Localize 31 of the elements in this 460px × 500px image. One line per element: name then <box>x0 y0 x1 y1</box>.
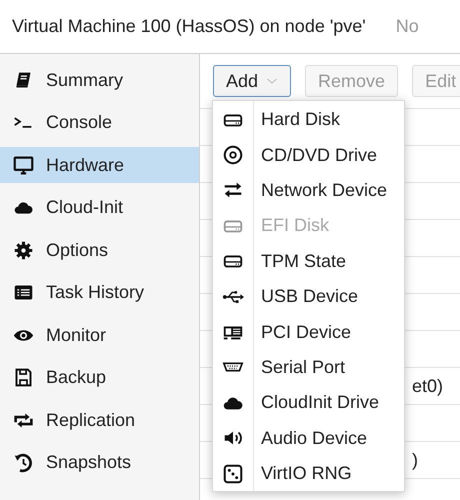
history-icon <box>13 452 34 474</box>
table-cell-text: ) <box>412 448 418 472</box>
menu-item[interactable]: VirtIO RNG <box>213 456 404 492</box>
menu-item[interactable]: CD/DVD Drive <box>213 137 404 173</box>
menu-item[interactable]: CloudInit Drive <box>213 385 404 421</box>
sidebar-item[interactable]: Replication <box>0 402 199 438</box>
sidebar-item[interactable]: Monitor <box>0 317 199 354</box>
sidebar-item[interactable]: Snapshots <box>0 444 199 481</box>
monitor-icon <box>13 154 34 176</box>
dice-icon <box>222 462 244 485</box>
sidebar-item[interactable]: Backup <box>0 360 199 396</box>
sidebar-item[interactable]: Summary <box>0 62 199 98</box>
sidebar-item[interactable]: Cloud-Init <box>0 190 199 226</box>
menu-item[interactable]: PCI Device <box>213 314 404 350</box>
table-cell-text: et0) <box>412 374 444 398</box>
window-title: Virtual Machine 100 (HassOS) on node 'pve' <box>12 15 366 38</box>
add-button[interactable]: Add <box>213 65 292 97</box>
menu-item[interactable]: USB Device <box>213 278 404 314</box>
menu-item[interactable]: Audio Device <box>213 420 404 456</box>
sidebar-item[interactable]: Task History <box>0 274 199 311</box>
disc-icon <box>222 144 244 166</box>
menu-item[interactable]: Network Device <box>213 172 404 208</box>
gear-icon <box>13 240 34 261</box>
floppy-icon <box>13 367 34 388</box>
sidebar-item[interactable]: Options <box>0 232 199 268</box>
sidebar-item[interactable]: Console <box>0 104 199 141</box>
menu-item[interactable]: TPM State <box>213 244 404 279</box>
menu-item[interactable]: Serial Port <box>213 350 404 386</box>
sidebar-item[interactable]: Hardware <box>0 147 199 184</box>
menu-item[interactable]: Hard Disk <box>213 102 404 138</box>
status-text: No <box>396 15 419 38</box>
